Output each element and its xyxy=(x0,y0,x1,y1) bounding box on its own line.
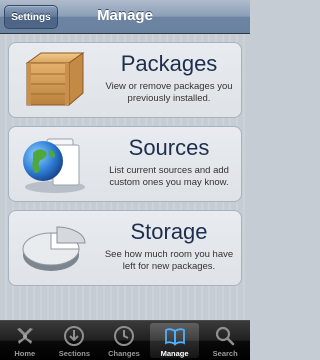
tab-home[interactable]: Home xyxy=(0,321,50,360)
book-icon xyxy=(164,328,185,346)
clock-icon xyxy=(113,326,134,346)
packages-card[interactable]: Packages View or remove packages you pre… xyxy=(8,42,242,118)
tab-label: Sections xyxy=(58,349,91,358)
sections-icon xyxy=(64,326,85,346)
card-description: View or remove packages you previously i… xyxy=(105,81,233,104)
tab-bar: Home Sections Changes Manage Search xyxy=(0,320,250,360)
tab-label: Manage xyxy=(160,349,189,358)
tab-sections[interactable]: Sections xyxy=(50,321,100,360)
cydia-home-icon xyxy=(16,328,33,344)
sources-card[interactable]: Sources List current sources and add cus… xyxy=(8,126,242,202)
tab-manage[interactable]: Manage xyxy=(149,323,200,358)
card-description: List current sources and add custom ones… xyxy=(109,165,229,188)
tab-label: Home xyxy=(14,349,36,358)
crate-icon xyxy=(25,52,85,107)
tab-search[interactable]: Search xyxy=(200,321,250,360)
tab-label: Search xyxy=(212,349,238,358)
search-icon xyxy=(216,326,235,346)
card-description: See how much room you have left for new … xyxy=(104,249,234,272)
settings-back-button[interactable]: Settings xyxy=(4,5,58,29)
tab-changes[interactable]: Changes xyxy=(99,321,149,360)
main-content: Packages View or remove packages you pre… xyxy=(0,34,250,320)
tab-label: Changes xyxy=(108,349,140,358)
globe-icon xyxy=(23,138,85,193)
navigation-bar: Settings Manage xyxy=(0,0,250,34)
card-title: Packages xyxy=(120,51,218,76)
card-title: Storage xyxy=(130,219,208,244)
storage-card[interactable]: Storage See how much room you have left … xyxy=(8,210,242,286)
card-title: Sources xyxy=(128,135,210,160)
pie-chart-icon xyxy=(22,226,86,271)
